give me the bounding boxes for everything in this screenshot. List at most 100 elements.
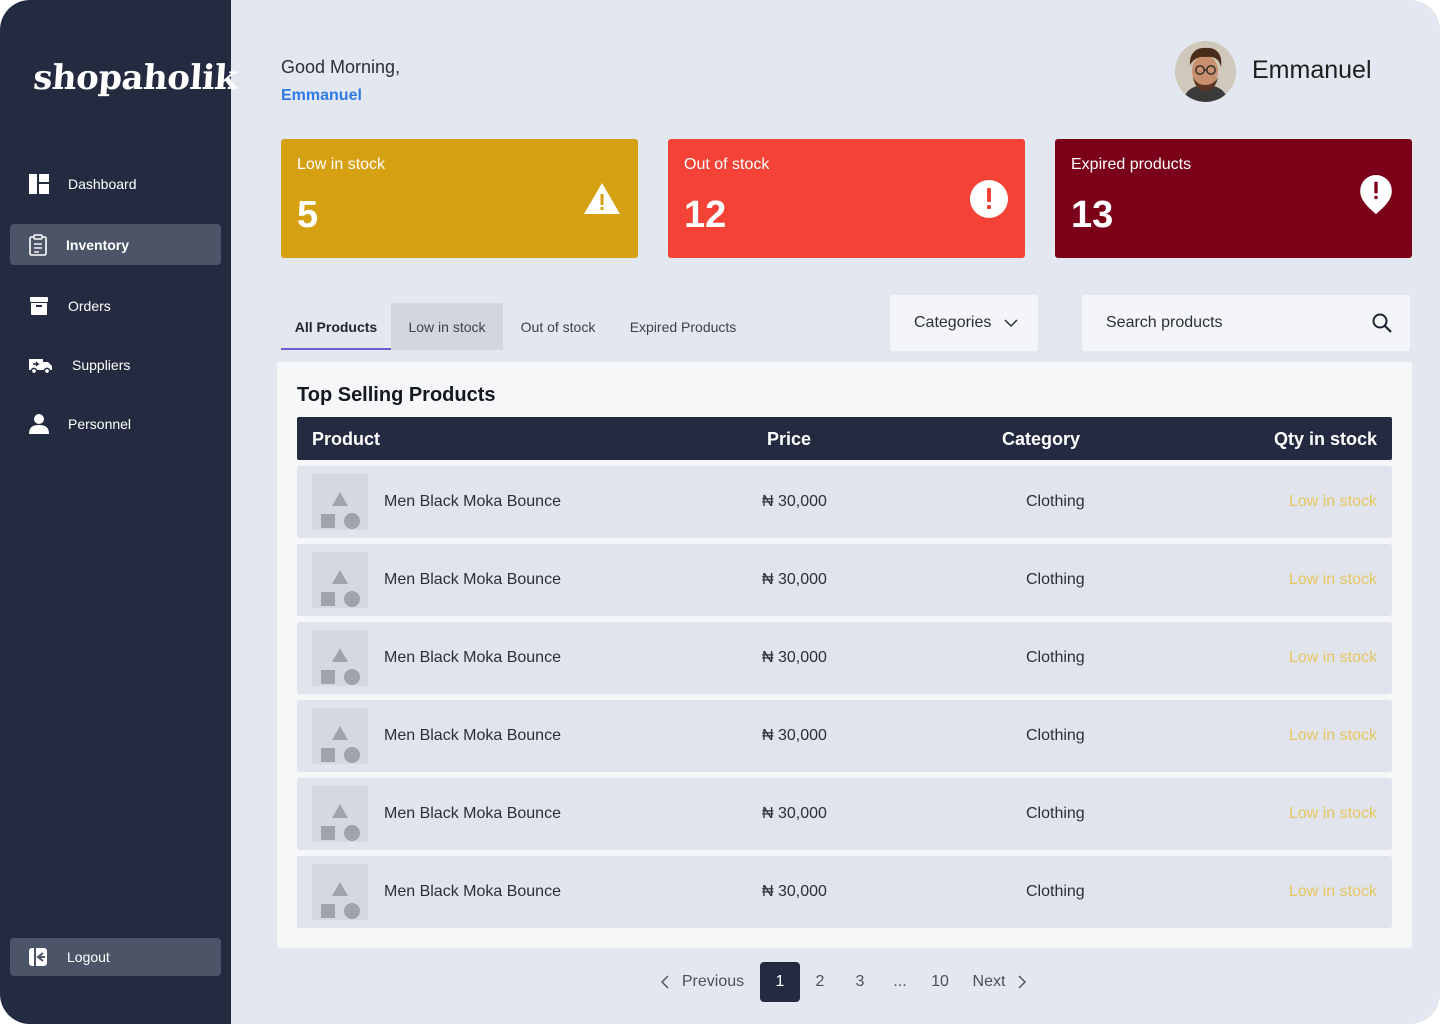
product-category: Clothing — [1026, 493, 1085, 510]
alert-pin-icon — [1360, 175, 1392, 215]
product-category: Clothing — [1026, 649, 1085, 666]
column-header-qty[interactable]: Qty in stock — [1274, 429, 1377, 450]
sidebar-item-inventory[interactable]: Inventory — [10, 224, 221, 265]
product-name: Men Black Moka Bounce — [384, 493, 561, 510]
product-name: Men Black Moka Bounce — [384, 571, 561, 588]
brand-logo[interactable]: shopaholik — [31, 58, 239, 108]
greeting-name: Emmanuel — [281, 87, 362, 104]
avatar[interactable] — [1175, 41, 1236, 102]
alert-circle-icon — [970, 180, 1008, 218]
previous-page-button[interactable]: Previous — [652, 962, 752, 1002]
product-image-placeholder — [312, 864, 368, 920]
stock-status: Low in stock — [1288, 493, 1377, 510]
product-category: Clothing — [1026, 571, 1085, 588]
active-tab-indicator — [281, 348, 391, 350]
search-icon[interactable] — [1372, 313, 1392, 333]
shapes-placeholder-icon — [321, 492, 360, 529]
out-of-stock-card[interactable]: Out of stock 12 — [668, 139, 1025, 258]
card-label: Out of stock — [684, 156, 770, 173]
tab-out-of-stock[interactable]: Out of stock — [503, 303, 613, 350]
shapes-placeholder-icon — [321, 804, 360, 841]
sidebar-item-label: Dashboard — [68, 175, 137, 192]
table-row[interactable]: Men Black Moka Bounce ₦ 30,000 Clothing Low… — [297, 544, 1392, 616]
product-image-placeholder — [312, 708, 368, 764]
product-name: Men Black Moka Bounce — [384, 727, 561, 744]
next-page-button[interactable]: Next — [964, 962, 1036, 1002]
table-row[interactable]: Men Black Moka Bounce ₦ 30,000 Clothing Low… — [297, 700, 1392, 772]
column-header-category[interactable]: Category — [1002, 429, 1080, 450]
logout-button[interactable]: Logout — [10, 938, 221, 976]
user-icon — [29, 414, 49, 434]
card-value: 12 — [684, 194, 727, 236]
sidebar-item-label: Suppliers — [72, 356, 131, 373]
warning-triangle-icon — [584, 183, 620, 214]
chevron-down-icon — [1004, 319, 1018, 328]
categories-label: Categories — [914, 314, 992, 331]
stock-status: Low in stock — [1288, 571, 1377, 588]
table-row[interactable]: Men Black Moka Bounce ₦ 30,000 Clothing Low… — [297, 622, 1392, 694]
table-header: Product Price Category Qty in stock — [297, 417, 1392, 460]
page-button[interactable]: 1 — [760, 962, 800, 1002]
product-image-placeholder — [312, 552, 368, 608]
table-row[interactable]: Men Black Moka Bounce ₦ 30,000 Clothing Low… — [297, 466, 1392, 538]
user-name: Emmanuel — [1252, 56, 1372, 84]
card-label: Expired products — [1071, 156, 1192, 173]
low-stock-card[interactable]: Low in stock 5 — [281, 139, 638, 258]
top-selling-panel: Top Selling Products Product Price Categ… — [277, 362, 1412, 948]
product-image-placeholder — [312, 786, 368, 842]
product-image-placeholder — [312, 474, 368, 530]
chevron-left-icon — [660, 975, 669, 989]
page-button[interactable]: 3 — [840, 962, 880, 1002]
product-category: Clothing — [1026, 805, 1085, 822]
logout-label: Logout — [67, 949, 110, 965]
stock-status: Low in stock — [1288, 883, 1377, 900]
app-frame: shopaholik Dashboard Inventory Orders Su… — [0, 0, 1440, 1024]
product-image-placeholder — [312, 630, 368, 686]
table-row[interactable]: Men Black Moka Bounce ₦ 30,000 Clothing Low… — [297, 778, 1392, 850]
categories-dropdown[interactable]: Categories — [890, 295, 1038, 351]
column-header-product[interactable]: Product — [312, 429, 380, 450]
sidebar-item-suppliers[interactable]: Suppliers — [10, 344, 221, 385]
product-price: ₦ 30,000 — [762, 883, 827, 900]
shapes-placeholder-icon — [321, 882, 360, 919]
expired-products-card[interactable]: Expired products 13 — [1055, 139, 1412, 258]
card-value: 5 — [297, 194, 319, 236]
sidebar-item-orders[interactable]: Orders — [10, 285, 221, 326]
sidebar-item-label: Personnel — [68, 415, 132, 432]
search-box — [1082, 295, 1410, 351]
table-row[interactable]: Men Black Moka Bounce ₦ 30,000 Clothing Low… — [297, 856, 1392, 928]
sidebar-item-personnel[interactable]: Personnel — [10, 403, 221, 444]
product-price: ₦ 30,000 — [762, 649, 827, 666]
tab-expired-products[interactable]: Expired Products — [613, 303, 753, 350]
product-category: Clothing — [1026, 883, 1085, 900]
product-price: ₦ 30,000 — [762, 805, 827, 822]
shapes-placeholder-icon — [321, 726, 360, 763]
clipboard-icon — [29, 234, 47, 256]
stock-status: Low in stock — [1288, 727, 1377, 744]
card-value: 13 — [1071, 194, 1114, 236]
page-button[interactable]: 2 — [800, 962, 840, 1002]
shapes-placeholder-icon — [321, 570, 360, 607]
previous-label: Previous — [681, 973, 745, 990]
product-name: Men Black Moka Bounce — [384, 649, 561, 666]
page-button[interactable]: 10 — [920, 962, 960, 1002]
product-name: Men Black Moka Bounce — [384, 883, 561, 900]
dashboard-icon — [29, 174, 49, 194]
logout-icon — [29, 948, 47, 966]
next-label: Next — [972, 973, 1006, 990]
archive-box-icon — [30, 297, 48, 315]
page-ellipsis: ... — [893, 973, 907, 990]
card-label: Low in stock — [297, 156, 386, 173]
product-name: Men Black Moka Bounce — [384, 805, 561, 822]
stock-status: Low in stock — [1288, 805, 1377, 822]
shapes-placeholder-icon — [321, 648, 360, 685]
product-price: ₦ 30,000 — [762, 727, 827, 744]
greeting-text: Good Morning, — [281, 57, 401, 77]
tab-low-in-stock[interactable]: Low in stock — [391, 303, 503, 350]
column-header-price[interactable]: Price — [767, 429, 811, 450]
search-input[interactable] — [1082, 295, 1410, 351]
sidebar-item-dashboard[interactable]: Dashboard — [10, 163, 221, 204]
delivery-truck-icon — [29, 359, 52, 375]
product-price: ₦ 30,000 — [762, 571, 827, 588]
tab-all-products[interactable]: All Products — [281, 303, 391, 350]
